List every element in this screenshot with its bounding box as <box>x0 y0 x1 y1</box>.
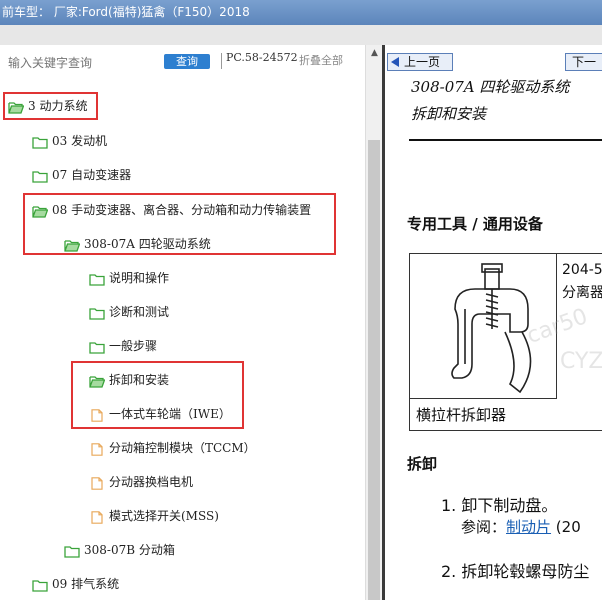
tree-item-label: 分动器换档电机 <box>109 474 194 489</box>
next-page-label: 下一 <box>572 55 597 69</box>
doc-section-title: 308-07A 四轮驱动系统 <box>411 78 570 96</box>
folder-icon <box>32 577 48 592</box>
tree-item-label: 模式选择开关(MSS) <box>109 508 219 523</box>
folder-open-icon <box>32 203 49 218</box>
folder-icon <box>89 271 105 286</box>
folder-open-icon <box>64 237 81 252</box>
tree-item[interactable]: 说明和操作 <box>89 266 169 288</box>
tools-heading: 专用工具 / 通用设备 <box>407 215 543 233</box>
tree-scrollbar[interactable]: ▲ <box>365 45 382 600</box>
tree-item[interactable]: 一般步骤 <box>89 334 157 356</box>
document-icon <box>89 407 105 422</box>
document-icon <box>89 475 105 490</box>
folder-icon <box>89 339 105 354</box>
title-rule <box>409 139 602 141</box>
step-2: 2. 拆卸轮毂螺母防尘 <box>441 562 590 581</box>
toolbar-gap <box>0 25 602 45</box>
tree-item[interactable]: 模式选择开关(MSS) <box>89 504 219 526</box>
tree-item[interactable]: 拆卸和安装 <box>89 368 169 390</box>
tree-item-label: 拆卸和安装 <box>109 372 170 387</box>
tree-item-label: 诊断和测试 <box>109 304 170 319</box>
watermark: CYZ <box>560 349 602 374</box>
tool-table: 204-5 分离器 car50 CYZ 横拉杆拆卸器 <box>409 253 602 431</box>
arrow-left-icon <box>391 57 399 67</box>
folder-icon <box>89 305 105 320</box>
document-icon <box>89 509 105 524</box>
tree-item-label: 07 自动变速器 <box>52 167 132 182</box>
tree-item-label: 308-07A 四轮驱动系统 <box>84 236 211 251</box>
search-bar: 查询 PC.58-24572 折叠全部 <box>0 45 365 81</box>
tree-item[interactable]: 08 手动变速器、离合器、分动箱和动力传输装置 <box>32 198 311 220</box>
prev-page-button[interactable]: 上一页 <box>387 53 453 71</box>
tree-item[interactable]: 分动器换档电机 <box>89 470 193 492</box>
brake-pad-link[interactable]: 制动片 <box>506 518 551 536</box>
document-icon <box>89 441 105 456</box>
prev-page-label: 上一页 <box>404 55 441 69</box>
scroll-up-arrow-icon[interactable]: ▲ <box>366 45 383 62</box>
tree-item-label: 3 动力系统 <box>28 98 88 113</box>
tree-item-label: 308-07B 分动箱 <box>84 542 175 557</box>
pc-code: PC.58-24572 <box>226 51 298 64</box>
query-button[interactable]: 查询 <box>164 54 210 69</box>
tool-name: 横拉杆拆卸器 <box>416 406 507 424</box>
tree-item[interactable]: 一体式车轮端（IWE） <box>89 402 231 424</box>
next-page-button[interactable]: 下一 <box>565 53 602 71</box>
tree-panel: 查询 PC.58-24572 折叠全部 3 动力系统 03 发动机 07 自动变速器… <box>0 45 365 600</box>
tree-item-label: 03 发动机 <box>52 133 108 148</box>
tree-item[interactable]: 308-07B 分动箱 <box>64 538 175 560</box>
scroll-thumb[interactable] <box>368 140 380 600</box>
tree-item-label: 08 手动变速器、离合器、分动箱和动力传输装置 <box>52 202 312 217</box>
tree-item[interactable]: 308-07A 四轮驱动系统 <box>64 232 211 254</box>
reference-line: 参阅：制动片 (20 <box>461 516 581 537</box>
folder-open-icon <box>8 99 25 114</box>
ref-prefix: 参阅： <box>461 518 507 536</box>
removal-heading: 拆卸 <box>407 455 438 473</box>
separator <box>221 53 222 69</box>
collapse-all-link[interactable]: 折叠全部 <box>299 52 343 68</box>
ref-suffix: (20 <box>551 518 581 536</box>
doc-subtitle: 拆卸和安装 <box>411 105 487 123</box>
window-title-bar: 前车型： 厂家:Ford(福特)猛禽（F150）2018 <box>0 0 602 25</box>
folder-icon <box>32 168 48 183</box>
tree-item[interactable]: 07 自动变速器 <box>32 163 131 185</box>
tree-item-label: 09 排气系统 <box>52 576 120 591</box>
folder-icon <box>32 134 48 149</box>
tree-item[interactable]: 03 发动机 <box>32 129 107 151</box>
tree-item-label: 一般步骤 <box>109 338 158 353</box>
step-1: 1. 卸下制动盘。 <box>441 496 558 515</box>
tree-item-label: 分动箱控制模块（TCCM） <box>109 440 256 455</box>
tree-item[interactable]: 诊断和测试 <box>89 300 169 322</box>
tool-code: 204-5 <box>562 262 602 278</box>
tree-item[interactable]: 09 排气系统 <box>32 572 119 594</box>
tree-item[interactable]: 3 动力系统 <box>8 94 87 116</box>
folder-open-icon <box>89 373 106 388</box>
folder-icon <box>64 543 80 558</box>
search-input[interactable] <box>8 54 158 72</box>
document-panel: 上一页 下一 308-07A 四轮驱动系统 拆卸和安装 专用工具 / 通用设备 … <box>385 45 602 600</box>
tree-item[interactable]: 分动箱控制模块（TCCM） <box>89 436 256 458</box>
tree-item-label: 说明和操作 <box>109 270 170 285</box>
tool-code-desc: 分离器 <box>562 285 602 301</box>
tree-item-label: 一体式车轮端（IWE） <box>109 406 231 421</box>
